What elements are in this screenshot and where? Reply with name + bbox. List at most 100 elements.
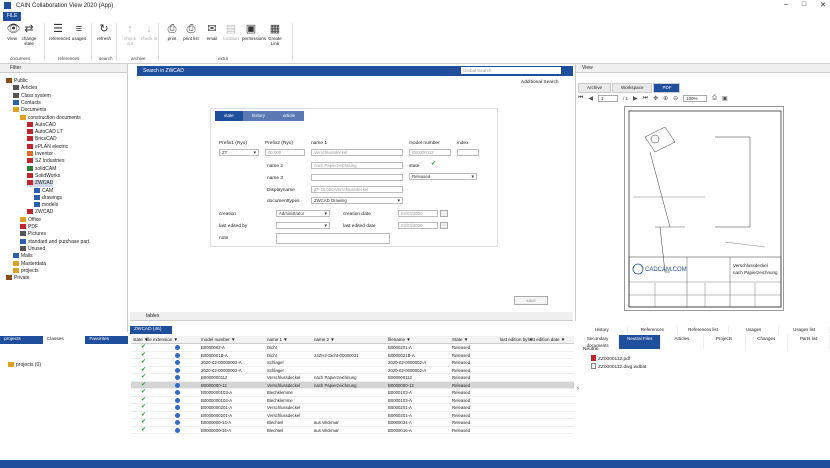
pan-icon[interactable]: ✥ [653, 95, 658, 102]
tree-item[interactable]: drawings [34, 194, 62, 202]
tree-item[interactable]: Private [6, 275, 30, 282]
print-button[interactable]: ⎙ print [163, 23, 181, 41]
create-link-button[interactable]: ▦ Create Link [266, 23, 284, 46]
edited-date-field[interactable]: 02/03/2020 [398, 222, 438, 229]
doctype-select[interactable]: ZWCAD Drawing [311, 197, 403, 204]
tab-history[interactable]: History [577, 326, 628, 333]
prefix-select[interactable]: ZT [219, 149, 259, 156]
tab-articles[interactable]: Articles [661, 335, 704, 349]
tab-projects[interactable]: Projects [704, 335, 746, 349]
column-header[interactable]: name 2 ▼ [314, 336, 335, 344]
tab-references[interactable]: References [628, 326, 679, 333]
projects-node[interactable]: projects (0) [8, 362, 41, 368]
displayname-field[interactable]: ZT-15.000-Verschlussdeckel [311, 186, 403, 193]
table-row[interactable]: ✔ B0000000-16-A Blechteil aus Wickmar B00000… [131, 427, 574, 434]
global-search-input[interactable]: Global Search [461, 67, 561, 74]
tree-item[interactable]: AutoCAD [27, 121, 56, 129]
tree-item[interactable]: Pictures [20, 231, 46, 238]
table-row[interactable]: ✔ B0000002-A Dicht B0000201-A Released [131, 344, 574, 352]
table-row[interactable]: ✔ 2020-02-00000002-A Schlager 2020-02-00000… [131, 367, 574, 374]
neutral-file[interactable]: ZZ0000112.dwg.wdbat [591, 363, 646, 370]
location-button[interactable]: ▤ location [222, 23, 240, 41]
table-row[interactable]: ✔ B0000000103-A Blechklemme B0000103-A Relea… [131, 389, 574, 397]
tree-item[interactable]: Inventor [27, 151, 53, 158]
last-page-icon[interactable]: ⏭ [643, 95, 648, 102]
column-header[interactable]: name 1 ▼ [267, 336, 288, 344]
refresh-button[interactable]: ↻ refresh [95, 23, 113, 41]
usages-button[interactable]: ≡ usages [70, 23, 88, 41]
table-row[interactable]: ✔ B0000000103-A Blechklemme B0000103-A Relea… [131, 397, 574, 404]
name1-field[interactable]: Verschlussdeckel [311, 149, 403, 156]
check-in-button[interactable]: ↓ check in [140, 23, 158, 41]
tree-item[interactable]: construction documents [20, 114, 81, 122]
tree-item[interactable]: Contacts [13, 99, 41, 107]
editedby-select[interactable] [276, 222, 330, 229]
column-header[interactable]: model number ▼ [201, 336, 235, 344]
tree-item[interactable]: ZWCAD [27, 180, 54, 188]
close-button[interactable]: ✕ [820, 1, 826, 9]
tree-item[interactable]: Articles [13, 85, 37, 92]
tab-neutral-files[interactable]: Neutral Files [619, 335, 662, 349]
tree-item[interactable]: standard and purchase part [20, 238, 89, 246]
column-header[interactable]: filename ▼ [388, 336, 411, 344]
tab-usages[interactable]: Usages [729, 326, 780, 333]
creation-date-field[interactable]: 02/03/2020 [398, 210, 438, 217]
column-header[interactable]: file extension ▼ [146, 336, 178, 344]
column-header[interactable]: State ▼ [452, 336, 468, 344]
tree-item[interactable]: Office [20, 216, 41, 224]
table-row[interactable]: ✔ B0000000-12 Verschlussdeckel nach Papierz… [131, 381, 574, 389]
change-state-button[interactable]: ⇄ change state [20, 23, 38, 46]
column-header[interactable]: last edition date ▼ [528, 336, 565, 344]
save-pdf-icon[interactable]: ▣ [722, 95, 728, 102]
maximize-button[interactable]: □ [802, 1, 806, 9]
tab-favorites[interactable]: Favorites [85, 336, 129, 344]
email-button[interactable]: ✉ email [203, 23, 221, 41]
tree-item[interactable]: AutoCAD LT [27, 129, 63, 136]
calendar-icon[interactable] [440, 222, 448, 229]
table-row[interactable]: ✔ 2020-02-00000002-A Schlager 2020-02-00000… [131, 359, 574, 367]
tree-item[interactable]: Public [6, 78, 28, 85]
check-out-button[interactable]: ↑ check out [121, 23, 139, 46]
tree-item[interactable]: CAM [34, 187, 53, 195]
tree-item[interactable]: projects [13, 267, 39, 275]
name2-field[interactable]: nach Papierzeichnung [311, 162, 403, 169]
prefix2-field[interactable]: 00.000 [265, 149, 305, 156]
neutral-file[interactable]: ZZ0000112.pdf [591, 355, 630, 362]
tree-item[interactable]: ePLAN electric [27, 143, 68, 151]
tab-projects[interactable]: projects [0, 336, 43, 344]
save-button[interactable]: save [514, 296, 548, 305]
table-row[interactable]: ✔ B0000001B-A Dicht 24ZH2-Dicht-00000021 B00… [131, 352, 574, 359]
calendar-icon[interactable] [440, 210, 448, 217]
zoom-out-icon[interactable]: ⊖ [673, 95, 678, 102]
zoom-select[interactable]: 100% [683, 94, 708, 102]
tree-item[interactable]: Class system [13, 92, 51, 100]
name3-field[interactable] [311, 174, 403, 181]
tree-item[interactable]: Mails [13, 253, 33, 260]
table-row[interactable]: ✔ B0000000201-A Verschlussdeckel B0000201-A… [131, 404, 574, 412]
tab-pdf[interactable]: PDF [653, 83, 681, 93]
zoom-in-icon[interactable]: ⊕ [663, 95, 668, 102]
tree-item[interactable]: SolidWorks [27, 172, 60, 180]
tab-history[interactable]: history [242, 111, 275, 121]
index-field[interactable] [457, 149, 479, 156]
table-row[interactable]: ✔ B0000000112 Verschlussdeckel nach Papierz… [131, 374, 574, 382]
table-row[interactable]: ✔ B0000000-14-A Blechteil aus Wickmar B00000… [131, 419, 574, 427]
first-page-icon[interactable]: ⏮ [578, 95, 583, 102]
tree-item[interactable]: ZWCAD [27, 209, 53, 216]
tree-item[interactable]: Unused [20, 245, 45, 253]
tab-workspace[interactable]: Workspace [612, 83, 653, 93]
tree-item[interactable]: models [34, 202, 58, 209]
permissions-button[interactable]: ▣ permissions [242, 23, 266, 41]
tab-archive[interactable]: Archive [578, 83, 612, 93]
additional-search-link[interactable]: Additional Search [521, 80, 559, 85]
tab-state[interactable]: state [215, 111, 243, 121]
tab-classes[interactable]: Classes [43, 336, 86, 344]
tree-item[interactable]: solidCAM [27, 165, 56, 173]
model-field[interactable]: B00000112 [409, 149, 451, 156]
tree-item[interactable]: SZ Industries [27, 158, 64, 165]
expand-arrow-icon[interactable]: › [577, 386, 579, 392]
page-input[interactable]: 1 [598, 94, 619, 102]
tab-changes[interactable]: Changes [746, 335, 788, 349]
note-field[interactable] [276, 233, 390, 244]
prev-page-icon[interactable]: ◀ [588, 95, 593, 102]
